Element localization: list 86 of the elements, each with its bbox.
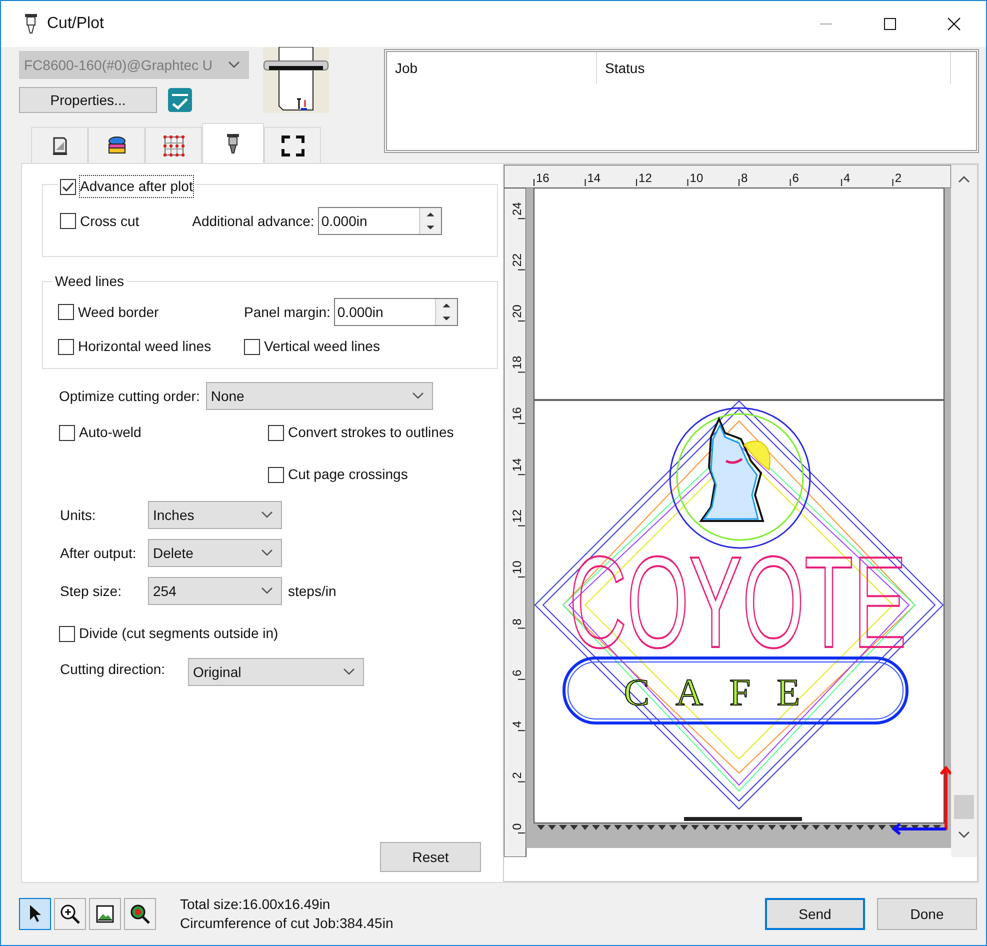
- cutter-blade-icon: [226, 132, 240, 154]
- dropdown[interactable]: None: [206, 382, 433, 410]
- chevron-down-icon: [412, 392, 424, 400]
- checkbox[interactable]: Advance after plot: [60, 176, 193, 197]
- dropdown[interactable]: Original: [188, 658, 364, 686]
- zoom-in-icon: [59, 903, 81, 925]
- checkbox[interactable]: Cross cut: [60, 210, 140, 232]
- dialog-button[interactable]: Send: [765, 898, 865, 930]
- checkbox-label: Cross cut: [80, 212, 140, 230]
- vertical-scrollbar[interactable]: [951, 165, 977, 857]
- vertical-ruler: 24 22 20 18 16 14 12 10 8 6 4 2 0: [504, 188, 526, 857]
- spin-field[interactable]: 0.000in: [334, 298, 458, 326]
- column-header[interactable]: Job: [387, 52, 597, 84]
- pointer-icon: [28, 904, 42, 924]
- chevron-down-icon: [228, 61, 240, 69]
- checkmark-icon: [62, 182, 74, 192]
- horizontal-ruler: 16 14 12 10 8 6 4 2: [504, 165, 951, 188]
- dropdown[interactable]: Inches: [148, 501, 282, 529]
- checkbox-box[interactable]: [59, 626, 75, 642]
- tab[interactable]: [88, 127, 145, 163]
- checkbox[interactable]: Vertical weed lines: [244, 336, 380, 357]
- checkbox-box[interactable]: [60, 213, 76, 229]
- checkbox-label: Convert strokes to outlines: [288, 423, 454, 442]
- origin-axes-drawing: [892, 766, 951, 836]
- cut-badge-icon[interactable]: [167, 87, 193, 113]
- column-header[interactable]: Status: [597, 52, 951, 84]
- chevron-down-icon: [261, 587, 273, 595]
- zoom-icon: [129, 903, 151, 925]
- checkbox-label: Weed border: [78, 302, 159, 322]
- scroll-up-icon[interactable]: [958, 175, 970, 183]
- tool-button[interactable]: [19, 898, 51, 930]
- dialog-button[interactable]: Done: [877, 898, 977, 930]
- window-title: Cut/Plot: [47, 14, 104, 34]
- tab[interactable]: [264, 127, 321, 163]
- summary-text: Total size:16.00x16.49in: [180, 895, 332, 914]
- checkbox[interactable]: Auto-weld: [59, 422, 268, 443]
- minimize-icon: [820, 23, 832, 25]
- checkbox-box[interactable]: [244, 338, 260, 354]
- stacked-layers-icon: [106, 136, 128, 156]
- tool-button[interactable]: [124, 898, 156, 930]
- scrollbar-thumb[interactable]: [954, 795, 974, 819]
- checkbox-box[interactable]: [268, 466, 284, 482]
- corner-frame-icon: [280, 134, 304, 156]
- cutter-blade-icon: [23, 13, 39, 35]
- checkbox-box[interactable]: [58, 338, 74, 354]
- maximize-icon: [884, 18, 896, 30]
- checkbox-label: Horizontal weed lines: [78, 337, 212, 356]
- checkbox-label: Auto-weld: [79, 423, 142, 442]
- reset-button[interactable]: Reset: [380, 842, 481, 872]
- field-label: Additional advance:: [192, 212, 314, 230]
- unit-label: steps/in: [288, 582, 336, 601]
- dropdown[interactable]: Delete: [148, 539, 282, 567]
- checkbox[interactable]: Divide (cut segments outside in): [59, 623, 278, 644]
- spin-field[interactable]: 0.000in: [318, 207, 442, 235]
- properties-button[interactable]: Properties...: [19, 87, 157, 113]
- checkbox-label: Advance after plot: [80, 176, 193, 197]
- field-label: Optimize cutting order:: [59, 386, 200, 406]
- field-label: Units:: [60, 506, 97, 524]
- chevron-down-icon: [261, 549, 273, 557]
- checkbox-box[interactable]: [60, 178, 76, 194]
- field-label: Cutting direction:: [60, 660, 166, 679]
- summary-text: Circumference of cut Job:384.45in: [180, 914, 394, 933]
- checkbox[interactable]: Horizontal weed lines: [58, 336, 244, 357]
- scroll-down-icon[interactable]: [958, 831, 970, 839]
- tab[interactable]: [31, 127, 88, 163]
- checkbox[interactable]: Convert strokes to outlines: [268, 422, 454, 443]
- tab[interactable]: [202, 123, 264, 163]
- dropdown[interactable]: 254: [148, 577, 282, 605]
- field-label: Step size:: [60, 582, 122, 601]
- checkbox[interactable]: Weed border: [58, 302, 244, 322]
- close-icon: [947, 17, 961, 31]
- checkbox-label: Divide (cut segments outside in): [79, 624, 278, 643]
- checkbox-box[interactable]: [59, 424, 75, 440]
- checkbox[interactable]: Cut page crossings: [268, 464, 408, 485]
- field-label: Panel margin:: [244, 302, 330, 322]
- checkbox-box[interactable]: [268, 424, 284, 440]
- picture-icon: [95, 904, 115, 924]
- field-label: After output:: [60, 544, 138, 563]
- chevron-down-icon: [343, 668, 355, 676]
- tool-button[interactable]: [54, 898, 86, 930]
- checkbox-box[interactable]: [58, 304, 74, 320]
- checkbox-label: Cut page crossings: [288, 465, 408, 484]
- dotted-grid-icon: [162, 134, 184, 156]
- tool-button[interactable]: [89, 898, 121, 930]
- checkbox-label: Vertical weed lines: [264, 337, 380, 356]
- chevron-down-icon: [261, 511, 273, 519]
